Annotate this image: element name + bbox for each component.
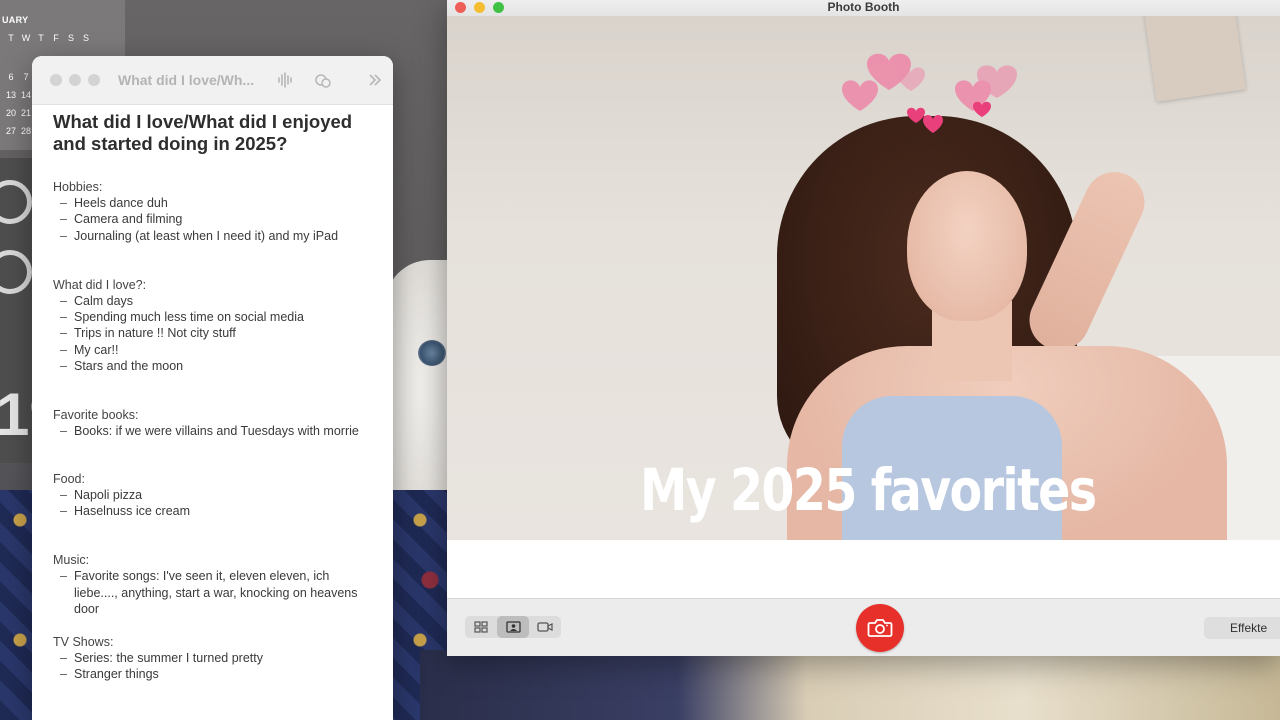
photo-strip[interactable] [447, 540, 1280, 598]
window-title: Photo Booth [827, 0, 900, 14]
section-label: What did I love?: [53, 277, 147, 292]
list-item: My car!! [53, 342, 373, 359]
hearts-effect-icon [842, 53, 1017, 133]
camera-icon [867, 619, 893, 637]
list-item: Stranger things [53, 666, 373, 683]
list-item: Trips in nature !! Not city stuff [53, 325, 373, 342]
waveform-icon[interactable] [275, 70, 295, 90]
grid-icon [474, 621, 488, 633]
effects-button[interactable]: Effekte [1204, 617, 1280, 639]
list-item: Spending much less time on social media [53, 309, 373, 326]
rug-pattern [420, 650, 1280, 720]
note-section-tv: TV Shows: Series: the summer I turned pr… [53, 634, 373, 683]
photo-booth-titlebar[interactable]: Photo Booth [447, 0, 1280, 17]
camera-preview: My 2025 favorites [447, 16, 1280, 540]
laptop-battery-icon [0, 180, 32, 224]
list-item: Journaling (at least when I need it) and… [53, 228, 373, 245]
notes-titlebar[interactable]: What did I love/Wh... [32, 56, 393, 105]
minimize-button[interactable] [69, 74, 81, 86]
cat-eye [418, 340, 446, 366]
take-photo-button[interactable] [856, 604, 904, 652]
person-face [907, 171, 1027, 321]
section-label: TV Shows: [53, 635, 114, 650]
list-item: Favorite songs: I've seen it, eleven ele… [53, 568, 373, 617]
note-heading: What did I love/What did I enjoyed and s… [53, 111, 353, 154]
wall-poster [1144, 16, 1246, 102]
calendar-weekdays: TWTFSS [8, 33, 89, 43]
close-button[interactable] [50, 74, 62, 86]
note-section-music: Music: Favorite songs: I've seen it, ele… [53, 552, 373, 617]
capture-mode-selector[interactable] [465, 616, 561, 638]
calendar-month: UARY [2, 15, 29, 25]
chevron-double-right-icon[interactable] [365, 70, 385, 90]
single-photo-mode-button[interactable] [497, 616, 529, 638]
note-section-books: Favorite books: Books: if we were villai… [53, 407, 373, 440]
list-item: Calm days [53, 293, 373, 310]
list-item: Heels dance duh [53, 195, 373, 212]
portrait-icon [505, 621, 521, 633]
list-item: Napoli pizza [53, 487, 373, 504]
section-label: Food: [53, 471, 85, 486]
photo-booth-window[interactable]: Photo Booth My 2025 favorites Effekte [447, 0, 1280, 656]
list-item: Camera and filming [53, 211, 373, 228]
note-content[interactable]: What did I love/What did I enjoyed and s… [32, 105, 393, 683]
note-section-hobbies: Hobbies: Heels dance duh Camera and film… [53, 179, 373, 244]
note-section-love: What did I love?: Calm days Spending muc… [53, 277, 373, 375]
note-section-food: Food: Napoli pizza Haselnuss ice cream [53, 471, 373, 520]
notes-window[interactable]: What did I love/Wh... What did I love/Wh… [32, 56, 393, 720]
section-label: Music: [53, 553, 90, 568]
list-item: Books: if we were villains and Tuesdays … [53, 423, 373, 440]
list-item: Series: the summer I turned pretty [53, 650, 373, 667]
grid-mode-button[interactable] [465, 616, 497, 638]
airpods-battery-icon [0, 250, 32, 294]
video-mode-button[interactable] [529, 616, 561, 638]
list-item: Stars and the moon [53, 358, 373, 375]
collaborate-icon[interactable] [313, 70, 333, 90]
photo-booth-toolbar: Effekte [447, 598, 1280, 656]
section-label: Favorite books: [53, 408, 139, 423]
zoom-button[interactable] [88, 74, 100, 86]
video-camera-icon [537, 622, 553, 632]
section-label: Hobbies: [53, 180, 103, 194]
list-item: Haselnuss ice cream [53, 503, 373, 520]
video-caption-overlay: My 2025 favorites [640, 456, 1097, 524]
notes-window-title: What did I love/Wh... [118, 72, 255, 88]
